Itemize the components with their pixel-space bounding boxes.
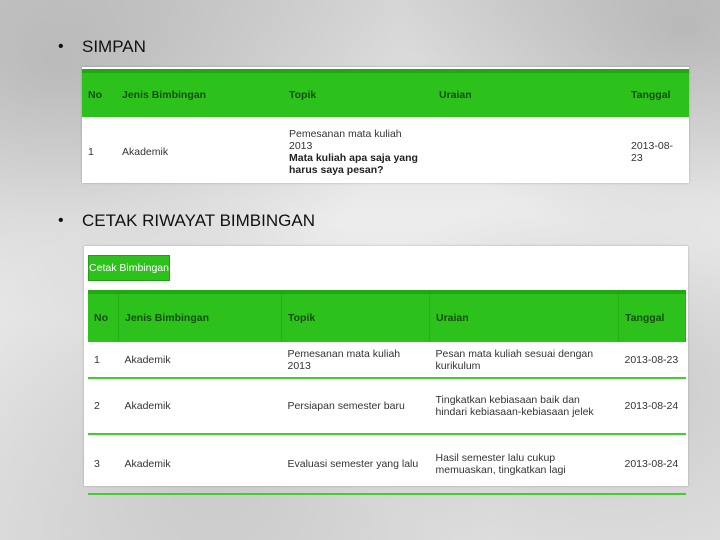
cell-uraian: Hasil semester lalu cukup memuaskan, tin…	[429, 434, 619, 495]
header-no: No	[82, 69, 116, 117]
simpan-table: No Jenis Bimbingan Topik Uraian Tanggal …	[82, 69, 689, 187]
header-topik: Topik	[283, 69, 433, 117]
bullet-dot: •	[58, 38, 64, 55]
cell-jenis: Akademik	[118, 378, 282, 435]
cell-jenis: Akademik	[118, 342, 282, 379]
header-uraian: Uraian	[433, 69, 625, 117]
cell-tanggal: 2013-08-23	[618, 342, 686, 379]
table-row: 3 Akademik Evaluasi semester yang lalu H…	[88, 434, 686, 495]
cell-uraian	[433, 117, 625, 187]
bullet-cetak: • CETAK RIWAYAT BIMBINGAN	[58, 211, 315, 231]
table-header-row: No Jenis Bimbingan Topik Uraian Tanggal	[82, 69, 689, 117]
cell-no: 1	[88, 146, 94, 158]
cell-no: 1	[88, 342, 119, 379]
bullet-simpan-label: SIMPAN	[82, 37, 146, 56]
header-tanggal: Tanggal	[618, 290, 686, 342]
table-row: 1 Akademik Pemesanan mata kuliah 2013 Pe…	[88, 342, 686, 379]
cell-topik: Evaluasi semester yang lalu	[281, 434, 430, 495]
header-jenis: Jenis Bimbingan	[116, 69, 283, 117]
topik-question: Mata kuliah apa saja yang harus saya pes…	[289, 152, 418, 176]
bullet-cetak-label: CETAK RIWAYAT BIMBINGAN	[82, 211, 315, 230]
bullet-simpan: • SIMPAN	[58, 37, 146, 57]
bullet-dot: •	[58, 212, 64, 229]
cell-tanggal: 2013-08-24	[618, 378, 686, 435]
cell-tanggal: 2013-08-23	[631, 140, 674, 164]
cell-topik: Pemesanan mata kuliah 2013 Mata kuliah a…	[283, 117, 433, 187]
cell-jenis: Akademik	[118, 434, 282, 495]
cell-no: 3	[88, 434, 119, 495]
topik-title: Pemesanan mata kuliah 2013	[289, 128, 402, 152]
header-no: No	[88, 290, 119, 342]
cell-uraian: Pesan mata kuliah sesuai dengan kurikulu…	[429, 342, 619, 379]
header-tanggal: Tanggal	[625, 69, 689, 117]
cetak-bimbingan-button[interactable]: Cetak Bimbingan	[88, 255, 170, 281]
cell-topik: Pemesanan mata kuliah 2013	[281, 342, 430, 379]
cell-tanggal: 2013-08-24	[618, 434, 686, 495]
cell-jenis: Akademik	[122, 146, 169, 158]
cetak-table: No Jenis Bimbingan Topik Uraian Tanggal …	[88, 290, 686, 495]
simpan-panel: No Jenis Bimbingan Topik Uraian Tanggal …	[82, 67, 689, 183]
table-row: 1 Akademik Pemesanan mata kuliah 2013 Ma…	[82, 117, 689, 187]
cell-uraian: Tingkatkan kebiasaan baik dan hindari ke…	[429, 378, 619, 435]
header-topik: Topik	[281, 290, 430, 342]
table-header-row: No Jenis Bimbingan Topik Uraian Tanggal	[88, 290, 686, 342]
header-uraian: Uraian	[429, 290, 619, 342]
table-row: 2 Akademik Persiapan semester baru Tingk…	[88, 378, 686, 435]
header-jenis: Jenis Bimbingan	[118, 290, 282, 342]
cell-no: 2	[88, 378, 119, 435]
cetak-panel: Cetak Bimbingan No Jenis Bimbingan Topik…	[84, 246, 688, 495]
cell-topik: Persiapan semester baru	[281, 378, 430, 435]
